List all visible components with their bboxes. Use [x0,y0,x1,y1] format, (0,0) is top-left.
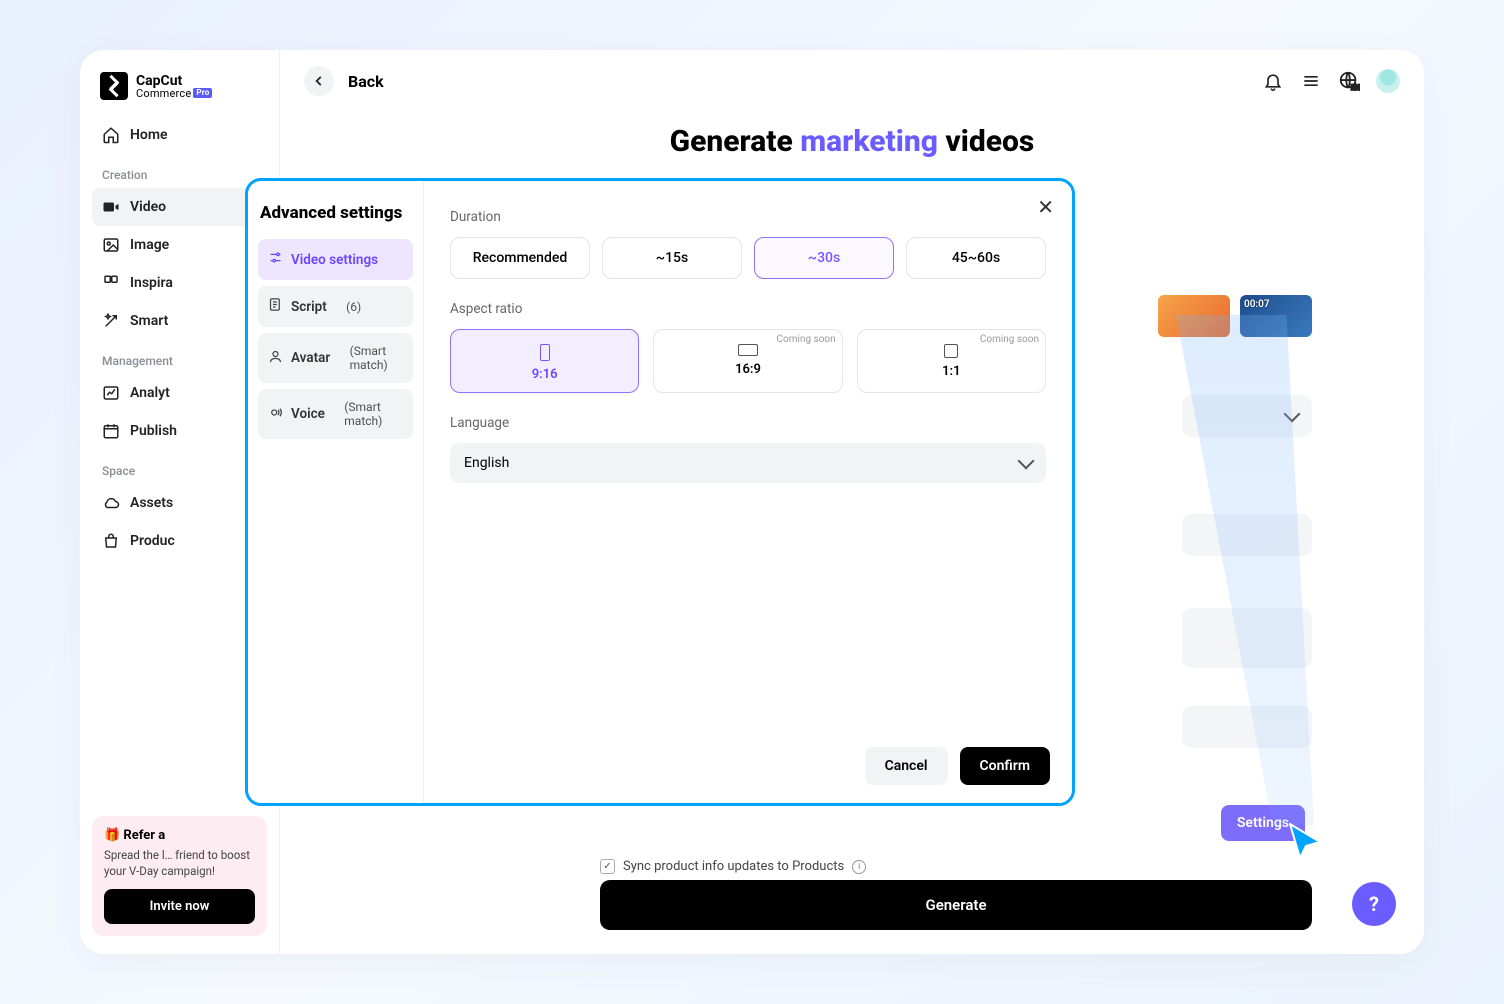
voice-icon [268,405,283,424]
inspiration-icon [102,274,120,292]
language-select[interactable]: English [450,443,1046,483]
modal-title: Advanced settings [258,199,413,239]
portrait-icon [540,344,550,361]
confirm-button[interactable]: Confirm [960,747,1050,785]
queue-icon[interactable] [1300,70,1322,92]
section-management: Management [92,340,267,374]
collapsed-row-1[interactable] [1182,395,1312,437]
chevron-down-icon [1284,406,1301,423]
duration-45-60s[interactable]: 45~60s [906,237,1046,279]
cursor-pointer-icon [1284,820,1332,868]
tab-voice[interactable]: Voice (Smart match) [258,389,413,439]
invite-button[interactable]: Invite now [104,889,255,924]
nav-smart[interactable]: Smart [92,302,267,340]
video-icon [102,198,120,216]
refer-desc: Spread the l… friend to boost your V-Day… [104,847,255,879]
home-icon [102,126,120,144]
duration-label: Duration [450,209,1046,225]
nav-products[interactable]: Produc [92,522,267,560]
video-thumbnails: 00:07 [1158,295,1312,337]
nav-home[interactable]: Home [92,116,267,154]
refer-title: 🎁 Refer a [104,828,255,843]
close-button[interactable]: ✕ [1037,195,1054,219]
aspect-16-9[interactable]: Coming soon 16:9 [653,329,842,393]
thumbnail-1[interactable] [1158,295,1230,337]
page-title: Generate marketing videos [280,124,1424,159]
sync-checkbox[interactable]: ✓ [600,859,615,874]
duration-15s[interactable]: ~15s [602,237,742,279]
image-icon [102,236,120,254]
sync-label: Sync product info updates to Products [623,859,844,874]
refer-card: 🎁 Refer a Spread the l… friend to boost … [92,816,267,936]
tab-video-settings[interactable]: Video settings [258,239,413,280]
calendar-icon [102,422,120,440]
pro-badge: Pro [193,88,212,98]
duration-options: Recommended ~15s ~30s 45~60s [450,237,1046,279]
collapsed-row-3[interactable] [1182,608,1312,668]
app-window: CapCut Commerce Pro Home Creation Video … [80,50,1424,954]
duration-30s[interactable]: ~30s [754,237,894,279]
brand-line2: Commerce [136,88,191,99]
tab-script[interactable]: Script (6) [258,286,413,327]
brand-line1: CapCut [136,74,212,88]
language-icon[interactable]: EN [1338,70,1360,92]
analytics-icon [102,384,120,402]
modal-footer: Cancel Confirm [865,747,1050,785]
collapsed-row-4[interactable] [1182,706,1312,748]
script-icon [268,297,283,316]
logo-icon [100,72,128,100]
info-icon[interactable]: i [852,860,866,874]
landscape-icon [738,344,758,356]
back-label: Back [348,72,384,91]
modal-sidebar: Advanced settings Video settings Script … [248,181,424,803]
sliders-icon [268,250,283,269]
magic-icon [102,312,120,330]
topbar: Back EN [280,50,1424,112]
nav-inspiration[interactable]: Inspira [92,264,267,302]
duration-recommended[interactable]: Recommended [450,237,590,279]
aspect-options: 9:16 Coming soon 16:9 Coming soon 1:1 [450,329,1046,393]
square-icon [944,344,958,358]
section-space: Space [92,450,267,484]
thumbnail-2[interactable]: 00:07 [1240,295,1312,337]
bell-icon[interactable] [1262,70,1284,92]
cancel-button[interactable]: Cancel [865,747,948,785]
aspect-label: Aspect ratio [450,301,1046,317]
chevron-down-icon [1018,453,1035,470]
avatar-icon [268,349,283,368]
advanced-settings-modal: Advanced settings Video settings Script … [245,178,1075,806]
nav-publish[interactable]: Publish [92,412,267,450]
sync-row: ✓ Sync product info updates to Products … [600,859,866,874]
aspect-1-1[interactable]: Coming soon 1:1 [857,329,1046,393]
collapsed-row-2[interactable] [1182,514,1312,556]
avatar[interactable] [1376,69,1400,93]
generate-button[interactable]: Generate [600,880,1312,930]
nav-video[interactable]: Video [92,188,267,226]
language-label: Language [450,415,1046,431]
modal-body: ✕ Duration Recommended ~15s ~30s 45~60s … [424,181,1072,803]
nav-assets[interactable]: Assets [92,484,267,522]
tab-avatar[interactable]: Avatar (Smart match) [258,333,413,383]
section-creation: Creation [92,154,267,188]
svg-text:EN: EN [1351,83,1360,92]
cloud-icon [102,494,120,512]
nav-image[interactable]: Image [92,226,267,264]
back-button[interactable] [304,66,334,96]
bag-icon [102,532,120,550]
logo: CapCut Commerce Pro [92,68,267,116]
help-button[interactable]: ? [1352,882,1396,926]
nav-analytics[interactable]: Analyt [92,374,267,412]
aspect-9-16[interactable]: 9:16 [450,329,639,393]
